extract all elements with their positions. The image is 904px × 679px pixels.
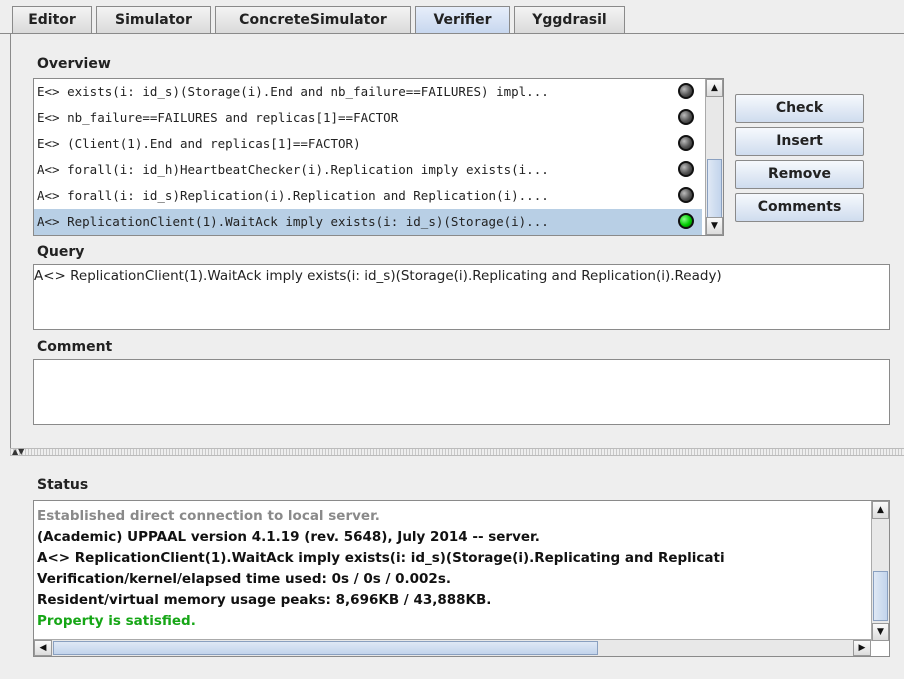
query-row-text: A<> forall(i: id_h)HeartbeatChecker(i).R… <box>37 162 549 177</box>
query-row-text: E<> nb_failure==FAILURES and replicas[1]… <box>37 110 399 125</box>
status-line: Verification/kernel/elapsed time used: 0… <box>37 571 451 587</box>
query-row-text: A<> forall(i: id_s)Replication(i).Replic… <box>37 188 549 203</box>
scroll-down-arrow-icon[interactable]: ▼ <box>706 217 723 235</box>
scroll-up-arrow-icon[interactable]: ▲ <box>706 79 723 97</box>
split-collapse-icon[interactable]: ▲▼ <box>12 447 24 457</box>
scroll-thumb[interactable] <box>707 159 722 219</box>
query-row-text: E<> (Client(1).End and replicas[1]==FACT… <box>37 136 361 151</box>
scroll-up-arrow-icon[interactable]: ▲ <box>872 501 889 519</box>
overview-list[interactable]: E<> exists(i: id_s)(Storage(i).End and n… <box>33 78 724 236</box>
tab-simulator[interactable]: Simulator <box>96 6 211 34</box>
status-line: Resident/virtual memory usage peaks: 8,6… <box>37 592 492 608</box>
scroll-left-arrow-icon[interactable]: ◀ <box>34 640 52 656</box>
query-row-selected[interactable]: A<> ReplicationClient(1).WaitAck imply e… <box>34 209 702 235</box>
tab-bar: Editor Simulator ConcreteSimulator Verif… <box>0 0 904 34</box>
query-row-text: E<> exists(i: id_s)(Storage(i).End and n… <box>37 84 549 99</box>
query-row[interactable]: A<> forall(i: id_s)Replication(i).Replic… <box>34 183 702 209</box>
tab-concrete-simulator[interactable]: ConcreteSimulator <box>215 6 411 34</box>
overview-scrollbar[interactable]: ▲ ▼ <box>705 79 723 235</box>
scroll-thumb-horizontal[interactable] <box>53 641 598 655</box>
status-line: Established direct connection to local s… <box>37 508 380 524</box>
status-line: A<> ReplicationClient(1).WaitAck imply e… <box>37 550 725 566</box>
query-row[interactable]: A<> forall(i: id_h)HeartbeatChecker(i).R… <box>34 157 702 183</box>
panel-border <box>10 34 11 454</box>
query-row[interactable]: E<> exists(i: id_s)(Storage(i).End and n… <box>34 79 702 105</box>
check-button[interactable]: Check <box>735 94 864 123</box>
tab-verifier[interactable]: Verifier <box>415 6 510 34</box>
query-input-text: A<> ReplicationClient(1).WaitAck imply e… <box>34 268 722 284</box>
status-vscrollbar[interactable]: ▲ ▼ <box>871 501 889 641</box>
comment-label: Comment <box>37 339 113 355</box>
comments-button[interactable]: Comments <box>735 193 864 222</box>
tab-divider <box>0 33 904 34</box>
status-unknown-icon <box>678 109 694 125</box>
query-row[interactable]: E<> nb_failure==FAILURES and replicas[1]… <box>34 105 702 131</box>
overview-label: Overview <box>37 56 111 72</box>
scroll-right-arrow-icon[interactable]: ▶ <box>853 640 871 656</box>
status-line: (Academic) UPPAAL version 4.1.19 (rev. 5… <box>37 529 540 545</box>
remove-button[interactable]: Remove <box>735 160 864 189</box>
split-pane-divider[interactable] <box>10 448 904 456</box>
status-unknown-icon <box>678 135 694 151</box>
status-line-satisfied: Property is satisfied. <box>37 613 196 629</box>
insert-button[interactable]: Insert <box>735 127 864 156</box>
scroll-down-arrow-icon[interactable]: ▼ <box>872 623 889 641</box>
query-label: Query <box>37 244 85 260</box>
comment-input[interactable] <box>33 359 890 425</box>
tab-editor[interactable]: Editor <box>12 6 92 34</box>
query-row[interactable]: E<> (Client(1).End and replicas[1]==FACT… <box>34 131 702 157</box>
query-row-text: A<> ReplicationClient(1).WaitAck imply e… <box>37 214 549 229</box>
status-label: Status <box>37 477 89 493</box>
status-satisfied-icon <box>678 213 694 229</box>
tab-yggdrasil[interactable]: Yggdrasil <box>514 6 625 34</box>
status-output[interactable]: Established direct connection to local s… <box>33 500 890 657</box>
status-hscrollbar[interactable]: ◀ ▶ <box>34 639 871 656</box>
query-input[interactable]: A<> ReplicationClient(1).WaitAck imply e… <box>33 264 890 330</box>
status-unknown-icon <box>678 187 694 203</box>
status-unknown-icon <box>678 83 694 99</box>
status-unknown-icon <box>678 161 694 177</box>
scroll-thumb[interactable] <box>873 571 888 621</box>
